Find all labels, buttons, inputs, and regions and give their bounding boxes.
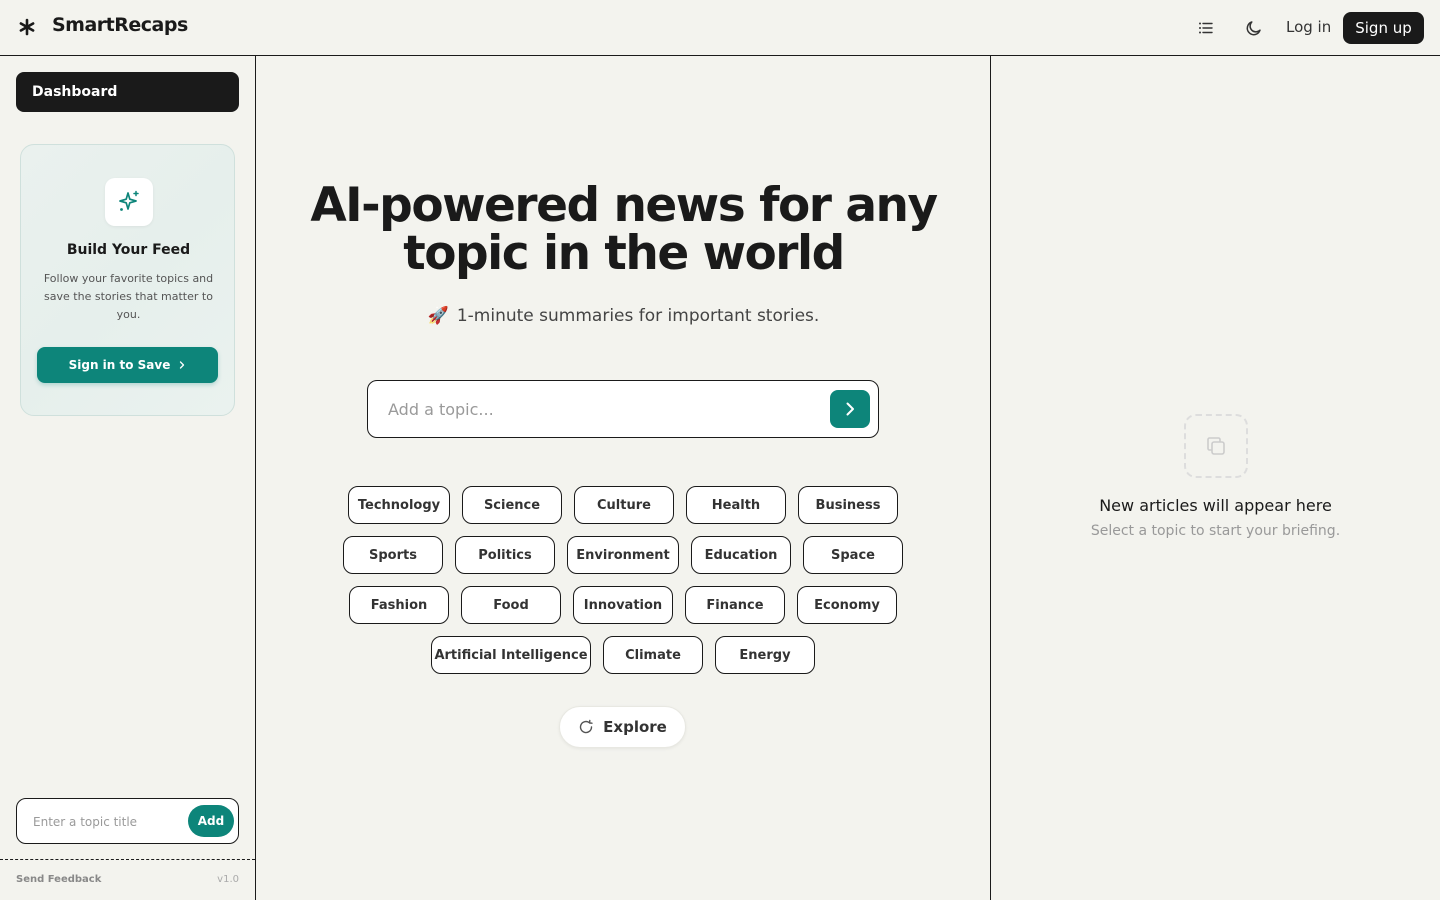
dashboard-button[interactable]: Dashboard xyxy=(16,72,239,112)
topic-chip[interactable]: Food xyxy=(461,586,561,624)
topic-chip[interactable]: Climate xyxy=(603,636,703,674)
add-topic-button[interactable]: Add xyxy=(188,805,234,837)
topic-chip[interactable]: Innovation xyxy=(573,586,673,624)
topic-chip[interactable]: Health xyxy=(686,486,786,524)
topic-chip[interactable]: Education xyxy=(691,536,791,574)
topic-chip[interactable]: Finance xyxy=(685,586,785,624)
chevron-right-icon xyxy=(180,361,185,369)
login-button[interactable]: Log in xyxy=(1286,18,1331,36)
hero-subtitle: 🚀 1-minute summaries for important storie… xyxy=(256,306,991,326)
sign-in-to-save-label: Sign in to Save xyxy=(68,358,171,372)
sidebar-footer: Send Feedback v1.0 xyxy=(0,859,255,900)
hero-subtitle-text: 1-minute summaries for important stories… xyxy=(456,306,820,326)
topic-chip[interactable]: Artificial Intelligence xyxy=(431,636,591,674)
version-label: v1.0 xyxy=(217,874,239,885)
rocket-icon: 🚀 xyxy=(427,306,449,326)
top-bar: SmartRecaps Log in Sign up xyxy=(0,0,1440,56)
empty-state-title: New articles will appear here xyxy=(1099,496,1332,515)
topic-search-input[interactable] xyxy=(388,398,808,420)
topic-search-box xyxy=(367,380,879,438)
feed-card-title: Build Your Feed xyxy=(66,242,191,258)
brand-name[interactable]: SmartRecaps xyxy=(52,14,188,36)
articles-panel: New articles will appear here Select a t… xyxy=(991,56,1440,900)
topic-chip[interactable]: Fashion xyxy=(349,586,449,624)
explore-button[interactable]: Explore xyxy=(559,706,686,748)
topic-chip[interactable]: Sports xyxy=(343,536,443,574)
topic-chip[interactable]: Space xyxy=(803,536,903,574)
refresh-icon xyxy=(579,719,593,734)
topic-chip[interactable]: Economy xyxy=(797,586,897,624)
topic-chip[interactable]: Politics xyxy=(455,536,555,574)
copy-icon xyxy=(1184,414,1248,478)
chevron-right-icon xyxy=(846,402,854,416)
sidebar: Dashboard Build Your Feed Follow your fa… xyxy=(0,56,256,900)
topic-chip[interactable]: Energy xyxy=(715,636,815,674)
hero-title: AI-powered news for any topic in the wor… xyxy=(310,178,938,281)
list-icon[interactable] xyxy=(1195,17,1217,39)
feed-card-description: Follow your favorite topics and save the… xyxy=(43,272,214,321)
topic-chip[interactable]: Culture xyxy=(574,486,674,524)
signup-button[interactable]: Sign up xyxy=(1343,12,1424,44)
topic-title-input[interactable] xyxy=(33,812,183,832)
empty-state-subtitle: Select a topic to start your briefing. xyxy=(1090,523,1341,539)
topic-chip[interactable]: Environment xyxy=(567,536,679,574)
topic-chip[interactable]: Science xyxy=(462,486,562,524)
topic-chip[interactable]: Business xyxy=(798,486,898,524)
moon-icon[interactable] xyxy=(1243,17,1265,39)
explore-label: Explore xyxy=(603,718,667,736)
build-feed-card: Build Your Feed Follow your favorite top… xyxy=(20,144,235,416)
asterisk-icon xyxy=(16,16,38,38)
sign-in-to-save-button[interactable]: Sign in to Save xyxy=(37,347,218,383)
topic-chip[interactable]: Technology xyxy=(348,486,450,524)
main-content: AI-powered news for any topic in the wor… xyxy=(256,56,991,900)
topic-title-form: Add xyxy=(16,798,239,844)
sparkles-icon xyxy=(105,178,153,226)
submit-topic-button[interactable] xyxy=(830,390,870,428)
send-feedback-link[interactable]: Send Feedback xyxy=(16,874,101,885)
